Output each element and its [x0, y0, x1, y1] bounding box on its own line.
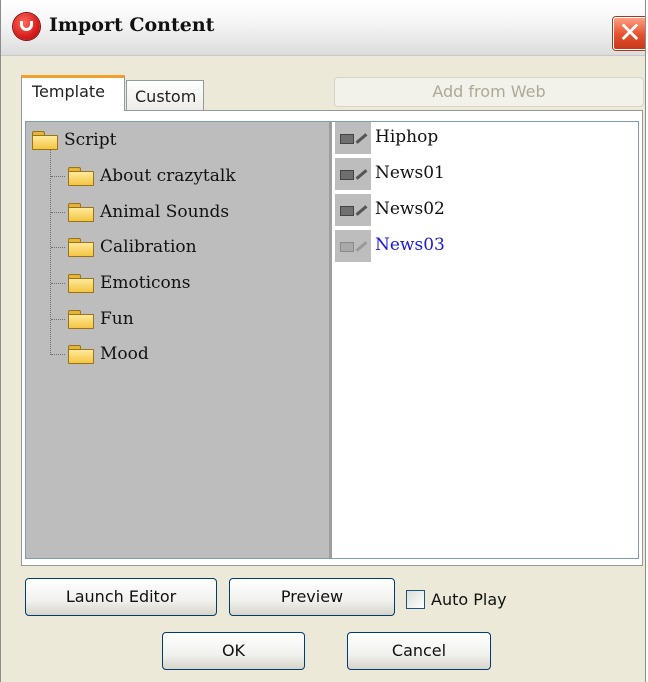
title-bar[interactable]: Import Content ✕ [1, 0, 645, 56]
tree-node-about-crazytalk[interactable]: About crazytalk [68, 160, 236, 192]
tree-node-label: Mood [100, 344, 149, 364]
tree-node-label: Emoticons [100, 273, 191, 293]
folder-icon [68, 309, 94, 329]
list-item[interactable]: Hiphop [335, 122, 635, 154]
content-list: Hiphop News01 News02 News03 [335, 122, 638, 558]
script-item-icon [335, 230, 371, 262]
list-item[interactable]: News01 [335, 158, 635, 190]
folder-icon [68, 166, 94, 186]
tree-connector [51, 354, 65, 355]
tree-node-fun[interactable]: Fun [68, 303, 134, 335]
close-button[interactable]: ✕ [613, 17, 645, 50]
list-item[interactable]: News02 [335, 194, 635, 226]
auto-play-label: Auto Play [431, 589, 507, 609]
tab-panel: Script About crazytalk Animal Sounds Cal… [21, 110, 643, 566]
tree-node-label: Fun [100, 309, 134, 329]
tree-connector [51, 247, 65, 248]
tree-node-script[interactable]: Script [32, 124, 116, 156]
list-item-selected[interactable]: News03 [335, 230, 635, 262]
tree-connector [51, 283, 65, 284]
add-from-web-button[interactable]: Add from Web [334, 77, 644, 107]
window-title: Import Content [49, 14, 215, 36]
script-item-icon [335, 122, 371, 154]
preview-button[interactable]: Preview [229, 578, 395, 616]
list-item-label: Hiphop [375, 127, 439, 147]
list-item-label: News02 [375, 199, 445, 219]
script-item-icon [335, 158, 371, 190]
folder-icon [68, 202, 94, 222]
auto-play-option[interactable]: Auto Play [406, 585, 507, 613]
tree-node-label: About crazytalk [100, 166, 236, 186]
category-tree: Script About crazytalk Animal Sounds Cal… [26, 122, 332, 558]
cancel-button[interactable]: Cancel [347, 632, 491, 670]
folder-icon [68, 344, 94, 364]
app-logo-icon [13, 13, 40, 40]
auto-play-checkbox[interactable] [406, 589, 425, 609]
tree-connector [51, 319, 65, 320]
tab-template[interactable]: Template [21, 75, 125, 111]
tree-node-animal-sounds[interactable]: Animal Sounds [68, 196, 229, 228]
list-item-label: News01 [375, 163, 445, 183]
tab-custom[interactable]: Custom [126, 80, 204, 111]
content-area: Script About crazytalk Animal Sounds Cal… [25, 121, 639, 559]
list-item-label: News03 [375, 235, 445, 255]
folder-icon [32, 130, 58, 150]
tree-connector [51, 212, 65, 213]
tree-node-label: Calibration [100, 237, 197, 257]
tree-node-label: Script [64, 130, 117, 150]
tree-node-emoticons[interactable]: Emoticons [68, 267, 190, 299]
ok-button[interactable]: OK [162, 632, 305, 670]
tree-connector [50, 147, 51, 355]
import-content-dialog: Import Content ✕ Template Custom Add fro… [0, 0, 646, 682]
folder-icon [68, 273, 94, 293]
launch-editor-button[interactable]: Launch Editor [25, 578, 217, 616]
tree-node-label: Animal Sounds [100, 202, 230, 222]
folder-icon [68, 237, 94, 257]
tree-node-calibration[interactable]: Calibration [68, 231, 197, 263]
tree-connector [51, 176, 65, 177]
tree-node-mood[interactable]: Mood [68, 338, 149, 370]
script-item-icon [335, 194, 371, 226]
